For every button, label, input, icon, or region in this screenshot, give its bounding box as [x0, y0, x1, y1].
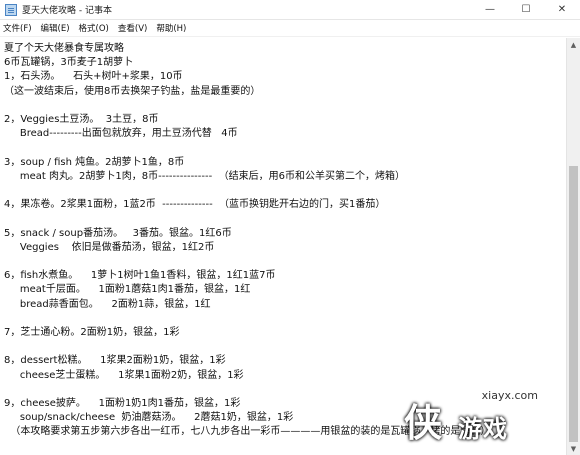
- menu-view[interactable]: 查看(V): [118, 22, 147, 34]
- text-line: 1，石头汤。 石头+树叶+浆果，10币: [4, 71, 183, 83]
- menu-edit[interactable]: 编辑(E): [41, 22, 70, 34]
- text-line: 3，soup / fish 炖鱼。2胡萝卜1鱼，8币: [4, 156, 185, 168]
- text-line: 2，Veggies土豆汤。 3土豆，8币: [4, 114, 159, 125]
- menu-help[interactable]: 帮助(H): [156, 22, 186, 34]
- menu-format[interactable]: 格式(O): [79, 22, 109, 34]
- watermark-logo-name: 游戏: [458, 415, 508, 443]
- text-line: cheese芝士蛋糕。 1浆果1面粉2奶，银盆，1彩: [4, 369, 244, 381]
- text-line: 5，snack / soup番茄汤。 3番茄。银盆。1红6币: [4, 227, 232, 239]
- watermark-site: xiayx.com: [481, 389, 538, 402]
- text-line: Veggies 依旧是做番茄汤，银盆，1红2币: [4, 241, 215, 253]
- title-bar: 夏天大佬攻略 - 记事本 — ☐ ✕: [0, 0, 580, 20]
- text-line: meat千层面。 1面粉1蘑菇1肉1番茄，银盆，1红: [4, 284, 251, 296]
- notepad-icon: [5, 3, 17, 16]
- text-line: 7，芝士通心粉。2面粉1奶，银盆，1彩: [4, 327, 180, 338]
- text-line: 8，dessert松糕。 1浆果2面粉1奶，银盆，1彩: [4, 355, 226, 367]
- text-line: Bread---------出面包就放弃，用土豆汤代替 4币: [4, 128, 238, 140]
- text-line: 6，fish水煮鱼。 1萝卜1树叶1鱼1香料，银盆，1红1蓝7币: [4, 270, 276, 282]
- text-line: soup/snack/cheese 奶油蘑菇汤。 2蘑菇1奶，银盆，1彩: [4, 412, 294, 424]
- text-line: meat 肉丸。2胡萝卜1肉，8币--------------- （结束后，用6…: [4, 170, 405, 182]
- menu-bar: 文件(F) 编辑(E) 格式(O) 查看(V) 帮助(H): [0, 20, 580, 37]
- text-line: 9，cheese披萨。 1面粉1奶1肉1番茄，银盆，1彩: [4, 398, 241, 409]
- minimize-button[interactable]: —: [472, 0, 508, 20]
- site-watermark: xiayx.com 侠 游戏: [404, 389, 574, 449]
- text-line: bread蒜香面包。 2面粉1蒜，银盆，1红: [4, 298, 211, 310]
- close-button[interactable]: ✕: [544, 0, 580, 20]
- menu-file[interactable]: 文件(F): [3, 22, 32, 34]
- maximize-button[interactable]: ☐: [508, 0, 544, 20]
- scroll-up-arrow-icon[interactable]: ▲: [567, 38, 580, 51]
- watermark-logo-mark: 侠: [404, 401, 443, 445]
- text-line: 夏了个天大佬暴食专属攻略: [4, 43, 124, 54]
- window-title: 夏天大佬攻略 - 记事本: [22, 6, 112, 16]
- text-line: 6币瓦罐锅，3币麦子1胡萝卜: [4, 57, 134, 69]
- text-line: 4，果冻卷。2浆果1面粉，1蓝2币 -------------- （蓝币换钥匙开…: [4, 199, 386, 211]
- text-line: （这一波结束后，使用8币去换架子钓盐，盐是最重要的）: [4, 85, 261, 97]
